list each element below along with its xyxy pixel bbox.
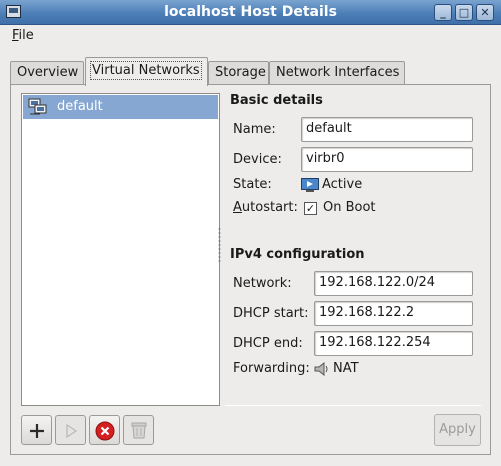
state-value: Active (322, 177, 363, 192)
delete-network-button[interactable] (123, 415, 154, 445)
tab-overview[interactable]: Overview (10, 61, 84, 85)
add-network-button[interactable] (21, 415, 52, 445)
device-label: Device: (233, 152, 282, 167)
nat-icon (314, 362, 328, 376)
apply-button[interactable]: Apply (434, 414, 481, 446)
list-item[interactable]: default (23, 95, 218, 119)
minimize-button[interactable]: _ (434, 4, 452, 21)
autostart-label: Autostart: (233, 200, 298, 215)
state-label: State: (233, 177, 272, 192)
basic-details-heading: Basic details (230, 93, 323, 108)
network-name: default (57, 99, 103, 114)
dhcp-end-label: DHCP end: (233, 336, 303, 351)
tab-network-interfaces[interactable]: Network Interfaces (269, 61, 405, 85)
network-label: Network: (233, 276, 292, 291)
network-icon (28, 98, 47, 115)
tab-virtual-networks[interactable]: Virtual Networks (85, 57, 208, 86)
window-title: localhost Host Details (164, 4, 337, 20)
forwarding-label: Forwarding: (233, 361, 310, 376)
tab-virtual-networks-label: Virtual Networks (90, 61, 202, 80)
separator (225, 405, 481, 406)
autostart-checkbox[interactable]: ✓ (304, 202, 317, 215)
maximize-button[interactable]: □ (455, 4, 473, 21)
name-label: Name: (233, 122, 276, 137)
menu-file-rest: ile (18, 28, 34, 43)
start-network-button[interactable] (55, 415, 86, 445)
tab-overview-label: Overview (17, 65, 79, 80)
network-list[interactable]: default (21, 93, 220, 406)
title-bar[interactable]: localhost Host Details _ □ ✕ (0, 0, 501, 25)
device-field[interactable]: virbr0 (301, 147, 473, 172)
play-icon (66, 424, 77, 438)
ipv4-heading: IPv4 configuration (230, 247, 365, 262)
state-active-icon (301, 178, 319, 192)
autostart-accel: A (233, 200, 242, 215)
menu-bar: File (0, 25, 501, 48)
network-field[interactable]: 192.168.122.0/24 (314, 271, 473, 296)
name-field[interactable]: default (301, 117, 473, 142)
stop-network-button[interactable] (89, 415, 120, 445)
plus-icon (30, 424, 44, 438)
menu-file[interactable]: File (12, 28, 34, 43)
pane-divider[interactable] (218, 227, 221, 263)
autostart-label-rest: utostart: (241, 200, 298, 215)
virtual-networks-panel: default Basic details Name: default Devi… (10, 84, 491, 455)
dhcp-end-field[interactable]: 192.168.122.254 (314, 331, 473, 356)
stop-icon (95, 421, 115, 441)
forwarding-value: NAT (333, 361, 359, 376)
tab-storage[interactable]: Storage (208, 61, 269, 85)
dhcp-start-label: DHCP start: (233, 306, 309, 321)
autostart-value: On Boot (323, 200, 376, 215)
tab-storage-label: Storage (215, 65, 266, 80)
dhcp-start-field[interactable]: 192.168.122.2 (314, 301, 473, 326)
trash-icon (131, 422, 147, 439)
tab-network-interfaces-label: Network Interfaces (276, 65, 400, 80)
close-button[interactable]: ✕ (476, 4, 494, 21)
